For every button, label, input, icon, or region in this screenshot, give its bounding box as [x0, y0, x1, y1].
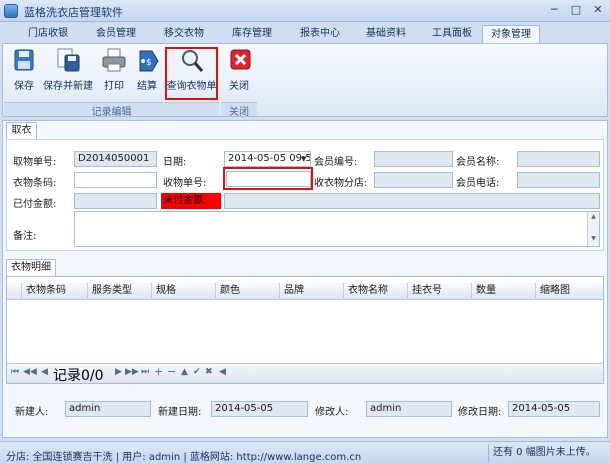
group-label-record-edit: 记录编辑 — [4, 102, 219, 118]
tab-clothes-detail[interactable]: 衣物明细 — [6, 259, 56, 277]
close-document-label: 关闭 — [229, 81, 249, 92]
receipt-no-label: 收物单号: — [163, 178, 207, 189]
save-new-icon — [53, 47, 83, 75]
close-window-button[interactable]: ✕ — [588, 2, 608, 19]
nav-last-icon[interactable]: ⏭ — [141, 367, 149, 377]
col-clothes-name[interactable]: 衣物名称 — [343, 283, 407, 300]
paid-amount-label: 已付金额: — [13, 199, 57, 210]
modify-date-label: 修改日期: — [458, 407, 502, 418]
receipt-highlight-box — [223, 167, 313, 190]
scroll-up-icon[interactable]: ▲ — [588, 212, 599, 222]
paid-amount-field[interactable] — [74, 193, 157, 209]
nav-delete-icon[interactable]: − — [167, 365, 176, 378]
red-close-icon — [225, 47, 255, 75]
nav-first-icon[interactable]: ⏮ — [11, 367, 19, 377]
order-no-field[interactable]: D2014050001 — [74, 151, 157, 167]
unpaid-amount-label: 未付金额: — [161, 193, 221, 209]
member-phone-label: 会员电话: — [456, 178, 500, 189]
status-text: 分店: 全国连锁赛吉干洗 | 用户: admin | 蓝格网站: http://… — [6, 452, 362, 463]
remark-input[interactable] — [74, 211, 600, 247]
tab-store-cashier[interactable]: 门店收银 — [18, 25, 78, 43]
svg-text:$: $ — [146, 58, 152, 68]
grid-header: 衣物条码 服务类型 规格 颜色 品牌 衣物名称 挂衣号 数量 缩略图 — [7, 283, 603, 300]
col-color[interactable]: 颜色 — [215, 283, 279, 300]
member-name-label: 会员名称: — [456, 157, 500, 168]
modifier-label: 修改人: — [315, 407, 349, 418]
tab-transfer-clothes[interactable]: 移交衣物 — [154, 25, 214, 43]
nav-up-icon[interactable]: ▲ — [181, 367, 188, 377]
save-label: 保存 — [14, 81, 34, 92]
create-date-field[interactable]: 2014-05-05 — [211, 401, 308, 417]
status-bar: 分店: 全国连锁赛吉干洗 | 用户: admin | 蓝格网站: http://… — [0, 441, 610, 463]
member-phone-field[interactable] — [517, 172, 600, 188]
barcode-label: 衣物条码: — [13, 178, 57, 189]
scroll-down-icon[interactable]: ▼ — [588, 234, 599, 244]
save-and-new-label: 保存并新建 — [43, 81, 93, 92]
tab-inventory[interactable]: 库存管理 — [222, 25, 282, 43]
upload-status: 还有 0 幅图片未上传。 — [488, 444, 608, 462]
minimize-button[interactable]: ─ — [544, 2, 564, 19]
tab-basic-data[interactable]: 基础资料 — [356, 25, 416, 43]
price-tag-icon: $ — [132, 47, 162, 75]
create-date-label: 新建日期: — [158, 407, 202, 418]
date-picker[interactable]: 2014-05-05 09:5 — [224, 151, 311, 167]
creator-field[interactable]: admin — [65, 401, 151, 417]
dropdown-arrow-icon[interactable]: ▼ — [301, 155, 306, 163]
app-logo-icon — [4, 4, 18, 18]
row-indicator — [7, 283, 21, 300]
close-document-button[interactable]: 关闭 — [225, 47, 253, 95]
receive-store-label: 收衣物分店: — [314, 178, 368, 189]
nav-add-icon[interactable]: + — [154, 365, 163, 378]
barcode-input[interactable] — [74, 172, 157, 188]
print-button[interactable]: 打印 — [99, 47, 129, 95]
nav-confirm-icon[interactable]: ✔ — [193, 367, 201, 377]
col-barcode[interactable]: 衣物条码 — [21, 283, 87, 300]
nav-prev-page-icon[interactable]: ◀◀ — [23, 367, 37, 377]
nav-prev-icon[interactable]: ◀ — [41, 367, 48, 377]
save-and-new-button[interactable]: 保存并新建 — [43, 47, 93, 95]
tab-tools[interactable]: 工具面板 — [422, 25, 482, 43]
query-highlight-box — [165, 47, 218, 100]
nav-record-counter: 记录0/0 — [53, 368, 104, 384]
group-label-close: 关闭 — [221, 102, 257, 118]
col-service-type[interactable]: 服务类型 — [87, 283, 151, 300]
col-hanger-no[interactable]: 挂衣号 — [407, 283, 471, 300]
col-quantity[interactable]: 数量 — [471, 283, 535, 300]
date-value: 2014-05-05 09:5 — [228, 153, 311, 164]
member-no-field[interactable] — [374, 151, 453, 167]
maximize-button[interactable]: □ — [566, 2, 586, 19]
save-button[interactable]: 保存 — [8, 47, 40, 95]
nav-next-page-icon[interactable]: ▶▶ — [125, 367, 139, 377]
order-no-label: 取物单号: — [13, 157, 57, 168]
col-spec[interactable]: 规格 — [151, 283, 215, 300]
modify-date-field[interactable]: 2014-05-05 — [508, 401, 600, 417]
nav-scroll-left-icon[interactable]: ◀ — [219, 367, 226, 377]
settle-button[interactable]: $ 结算 — [132, 47, 162, 95]
receive-store-field[interactable] — [374, 172, 453, 188]
tab-reports[interactable]: 报表中心 — [290, 25, 350, 43]
member-no-label: 会员编号: — [314, 157, 358, 168]
modifier-field[interactable]: admin — [366, 401, 452, 417]
date-label: 日期: — [163, 157, 187, 168]
tab-pickup[interactable]: 取衣 — [6, 122, 37, 140]
col-brand[interactable]: 品牌 — [279, 283, 343, 300]
window-title: 蓝格洗衣店管理软件 — [24, 6, 123, 19]
remark-scrollbar[interactable]: ▲ ▼ — [587, 212, 599, 246]
remark-label: 备注: — [13, 231, 37, 242]
data-navigator: ⏮ ◀◀ ◀ 记录0/0 ▶ ▶▶ ⏭ + − ▲ ✔ ✖ ◀ — [7, 363, 603, 384]
creator-label: 新建人: — [15, 407, 49, 418]
tab-object-management[interactable]: 对象管理 — [482, 25, 540, 44]
col-thumbnail[interactable]: 缩略图 — [535, 283, 602, 300]
tab-member-management[interactable]: 会员管理 — [86, 25, 146, 43]
printer-icon — [99, 47, 129, 75]
floppy-disk-icon — [9, 47, 39, 75]
print-label: 打印 — [104, 81, 124, 92]
nav-next-icon[interactable]: ▶ — [115, 367, 122, 377]
nav-cancel-icon[interactable]: ✖ — [205, 367, 213, 377]
member-name-field[interactable] — [517, 151, 600, 167]
unpaid-amount-field[interactable] — [224, 193, 600, 209]
settle-label: 结算 — [137, 81, 157, 92]
